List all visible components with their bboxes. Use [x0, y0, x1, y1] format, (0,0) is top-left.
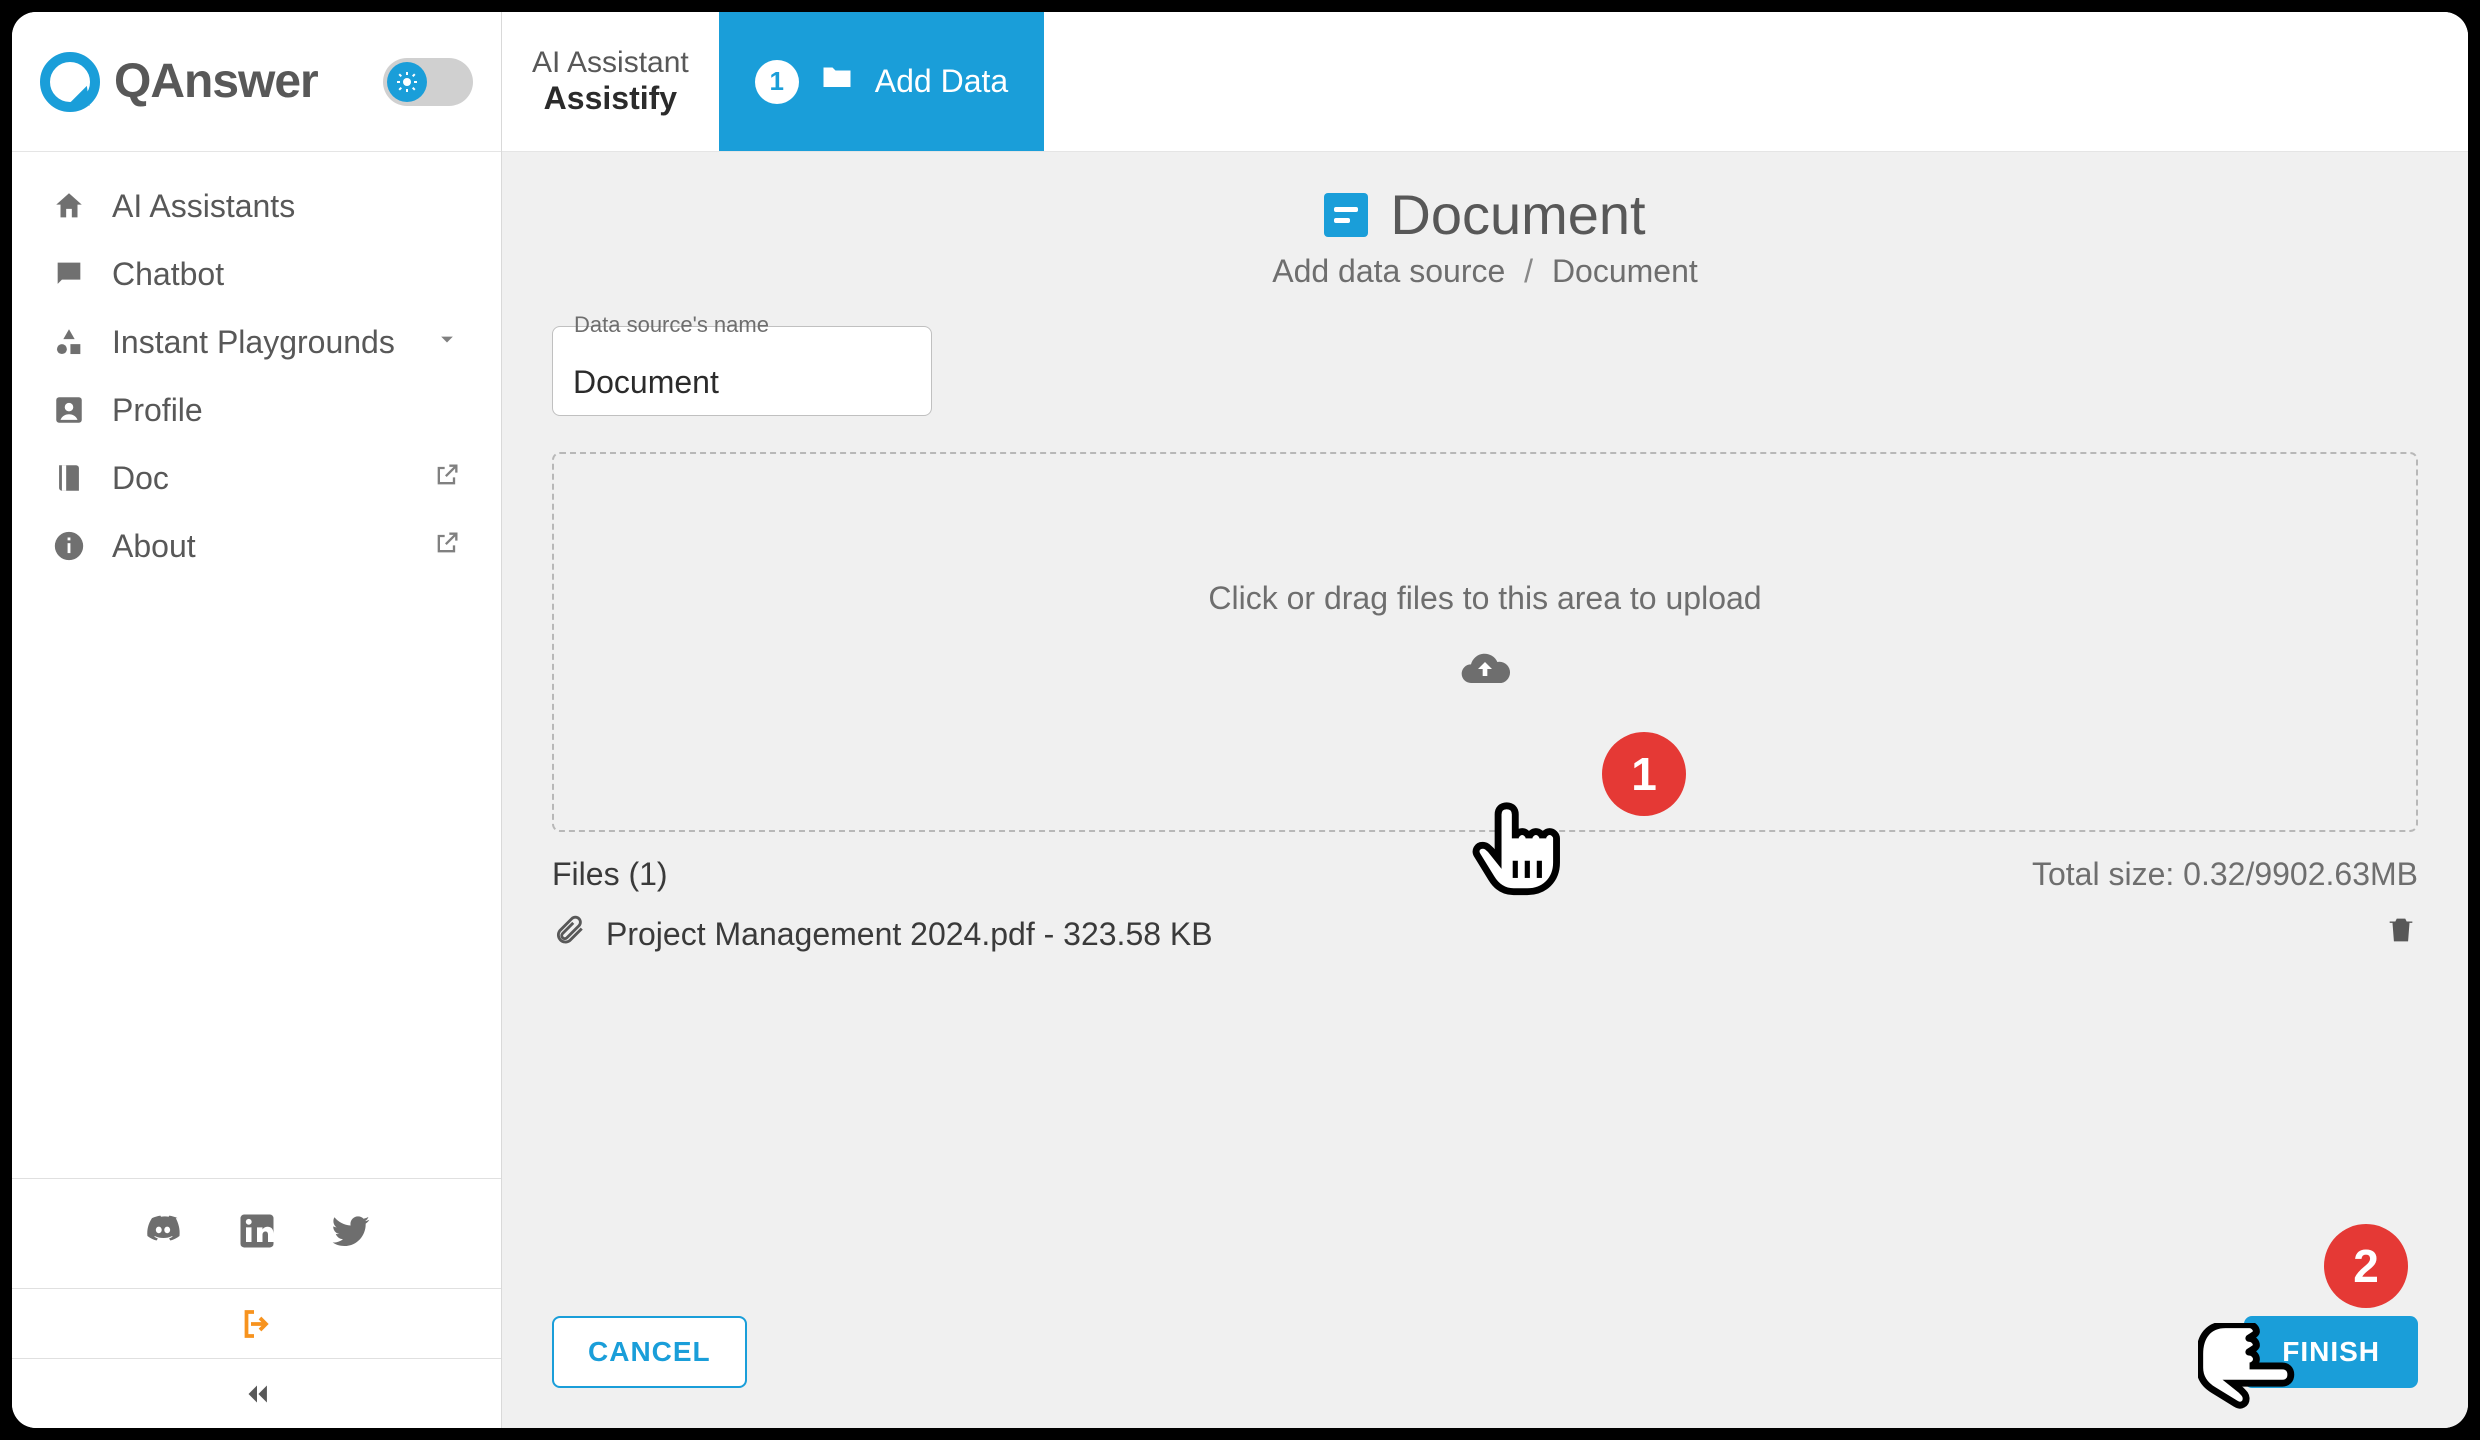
profile-icon — [52, 393, 86, 427]
action-bar: CANCEL FINISH — [552, 1276, 2418, 1388]
file-name: Project Management 2024.pdf - 323.58 KB — [606, 916, 1213, 953]
step-label: Add Data — [875, 63, 1008, 100]
pointing-hand-icon — [2198, 1323, 2308, 1428]
sidebar-nav: AI Assistants Chatbot Instant Playground… — [12, 152, 501, 1178]
datasource-name-input[interactable] — [552, 326, 932, 416]
total-size: Total size: 0.32/9902.63MB — [2032, 856, 2418, 893]
logo-icon — [40, 52, 100, 112]
step-number-badge: 1 — [755, 60, 799, 104]
sidebar-item-chatbot[interactable]: Chatbot — [12, 240, 501, 308]
external-link-icon — [433, 528, 461, 565]
book-icon — [52, 461, 86, 495]
sidebar-item-instant-playgrounds[interactable]: Instant Playgrounds — [12, 308, 501, 376]
social-links — [12, 1179, 501, 1288]
external-link-icon — [433, 460, 461, 497]
upload-dropzone[interactable]: Click or drag files to this area to uplo… — [552, 452, 2418, 832]
files-count: Files (1) — [552, 856, 668, 893]
attachment-icon — [552, 913, 586, 955]
theme-toggle[interactable] — [383, 58, 473, 106]
main-area: AI Assistant Assistify 1 Add Data Docume… — [502, 12, 2468, 1428]
sidebar-footer — [12, 1178, 501, 1428]
dropzone-hint: Click or drag files to this area to uplo… — [1208, 580, 1761, 617]
shapes-icon — [52, 325, 86, 359]
home-icon — [52, 189, 86, 223]
assistant-name: Assistify — [532, 80, 689, 117]
topbar: AI Assistant Assistify 1 Add Data — [502, 12, 2468, 152]
cloud-upload-icon — [1457, 641, 1513, 705]
sidebar-item-label: AI Assistants — [112, 188, 295, 225]
sun-icon — [387, 62, 427, 102]
brand-name: QAnswer — [114, 54, 318, 109]
breadcrumb-root[interactable]: Add data source — [1272, 253, 1505, 289]
delete-file-button[interactable] — [2384, 913, 2418, 955]
step-add-data[interactable]: 1 Add Data — [719, 12, 1044, 151]
discord-icon[interactable] — [141, 1209, 185, 1258]
linkedin-icon[interactable] — [235, 1209, 279, 1258]
assistant-label: AI Assistant — [532, 46, 689, 80]
cancel-button[interactable]: CANCEL — [552, 1316, 747, 1388]
sidebar: QAnswer AI Assistants — [12, 12, 502, 1428]
sidebar-item-about[interactable]: About — [12, 512, 501, 580]
chat-icon — [52, 257, 86, 291]
logout-button[interactable] — [12, 1288, 501, 1358]
sidebar-item-label: Profile — [112, 392, 203, 429]
annotation-badge-1: 1 — [1602, 732, 1686, 816]
sidebar-item-profile[interactable]: Profile — [12, 376, 501, 444]
field-label: Data source's name — [568, 312, 775, 338]
sidebar-item-ai-assistants[interactable]: AI Assistants — [12, 172, 501, 240]
breadcrumb: Add data source / Document — [552, 253, 2418, 290]
pointer-cursor-icon — [1462, 792, 1572, 907]
app-window: QAnswer AI Assistants — [12, 12, 2468, 1428]
page-title: Document — [1390, 182, 1645, 247]
chevron-down-icon — [433, 324, 461, 361]
breadcrumb-separator: / — [1524, 253, 1533, 289]
sidebar-item-doc[interactable]: Doc — [12, 444, 501, 512]
info-icon — [52, 529, 86, 563]
file-row: Project Management 2024.pdf - 323.58 KB — [552, 913, 2418, 955]
sidebar-item-label: Chatbot — [112, 256, 224, 293]
twitter-icon[interactable] — [329, 1209, 373, 1258]
annotation-badge-2: 2 — [2324, 1224, 2408, 1308]
collapse-sidebar-button[interactable] — [12, 1358, 501, 1428]
assistant-crumb[interactable]: AI Assistant Assistify — [502, 12, 719, 151]
breadcrumb-leaf: Document — [1552, 253, 1698, 289]
page-title-row: Document — [552, 182, 2418, 247]
sidebar-item-label: Instant Playgrounds — [112, 324, 395, 361]
content: Document Add data source / Document Data… — [502, 152, 2468, 1428]
datasource-name-field: Data source's name — [552, 326, 932, 416]
sidebar-header: QAnswer — [12, 12, 501, 152]
sidebar-item-label: Doc — [112, 460, 169, 497]
document-icon — [1324, 193, 1368, 237]
folder-icon — [819, 60, 855, 104]
sidebar-item-label: About — [112, 528, 196, 565]
